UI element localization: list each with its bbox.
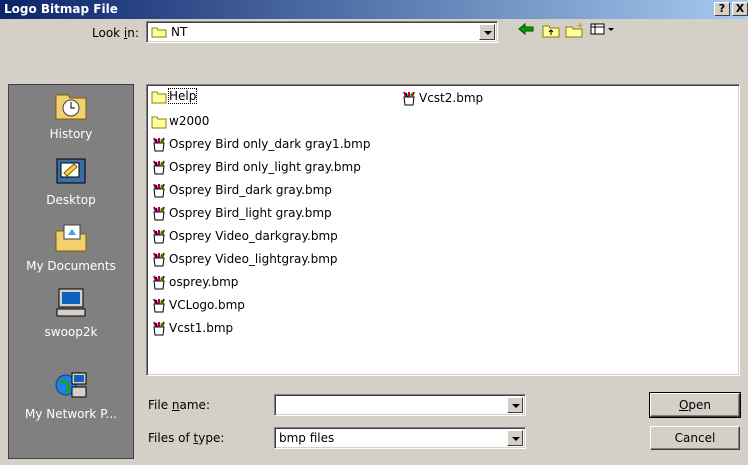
place-desktop[interactable]: Desktop — [9, 151, 133, 217]
places-bar: History Desktop My Documents swoop2k My … — [8, 84, 134, 459]
place-label: History — [49, 127, 93, 141]
network-places-icon — [54, 371, 88, 403]
bitmap-file-icon — [151, 160, 167, 175]
look-in-value: NT — [171, 25, 188, 39]
window-title: Logo Bitmap File — [4, 2, 118, 16]
place-my-network[interactable]: My Network P... — [9, 371, 133, 437]
cancel-button[interactable]: Cancel — [650, 426, 740, 450]
bitmap-file-icon — [151, 229, 167, 244]
bitmap-file-icon — [151, 275, 167, 290]
place-label: My Network P... — [25, 407, 117, 421]
place-my-documents[interactable]: My Documents — [9, 217, 133, 283]
folder-icon — [151, 26, 167, 38]
place-swoop2k[interactable]: swoop2k — [9, 283, 133, 349]
file-list[interactable]: Help w2000 Osprey Bird only_dark gray1.b… — [146, 84, 740, 376]
look-in-combo[interactable]: NT — [146, 21, 498, 43]
computer-icon — [54, 287, 88, 319]
place-label: swoop2k — [44, 325, 98, 339]
file-type-select[interactable]: bmp files — [274, 427, 526, 449]
file-name-label: File name: — [148, 398, 210, 412]
back-arrow-icon[interactable] — [515, 22, 537, 40]
bitmap-file-icon — [401, 91, 417, 106]
file-type-label: Files of type: — [148, 431, 225, 445]
bitmap-file-icon — [151, 137, 167, 152]
desktop-icon — [54, 155, 88, 187]
look-in-label: Look in: — [92, 26, 139, 40]
history-icon — [54, 89, 88, 121]
open-button[interactable]: Open — [649, 392, 741, 418]
place-label: Desktop — [46, 193, 96, 207]
file-type-dropdown-button[interactable] — [507, 430, 523, 446]
bitmap-file-icon — [151, 298, 167, 313]
bitmap-file-icon — [151, 321, 167, 336]
close-button[interactable]: X — [732, 2, 748, 16]
help-button[interactable]: ? — [714, 2, 730, 16]
folder-icon — [151, 89, 167, 104]
view-menu-icon[interactable] — [588, 22, 618, 40]
my-documents-icon — [54, 221, 88, 253]
up-folder-icon[interactable] — [540, 22, 562, 40]
bitmap-file-icon — [151, 206, 167, 221]
place-history[interactable]: History — [9, 85, 133, 151]
bitmap-file-icon — [151, 183, 167, 198]
file-name-field[interactable] — [274, 394, 526, 416]
new-folder-icon[interactable] — [564, 22, 586, 40]
place-label: My Documents — [26, 259, 116, 273]
file-name-dropdown-button[interactable] — [507, 397, 523, 413]
bitmap-file-icon — [151, 252, 167, 267]
folder-icon — [151, 114, 167, 129]
title-bar: Logo Bitmap File ? X — [0, 0, 748, 19]
look-in-dropdown-button[interactable] — [479, 24, 495, 40]
